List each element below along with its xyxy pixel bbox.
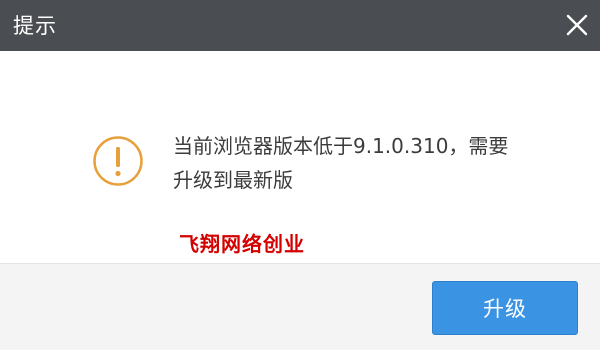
message-line-1: 当前浏览器版本低于9.1.0.310，需要 (173, 134, 509, 158)
upgrade-button[interactable]: 升级 (432, 281, 578, 335)
close-icon (566, 14, 588, 36)
update-prompt-dialog: 提示 当前浏览器版本低于9.1.0.310，需要 升级到最新版 飞翔网络创业 升… (0, 0, 600, 350)
dialog-message: 当前浏览器版本低于9.1.0.310，需要 升级到最新版 (173, 129, 553, 197)
dialog-title: 提示 (13, 14, 57, 38)
watermark-text: 飞翔网络创业 (179, 232, 305, 256)
warning-icon (92, 135, 144, 187)
message-line-2: 升级到最新版 (173, 168, 293, 192)
close-button[interactable] (563, 11, 591, 39)
dialog-footer: 升级 (0, 263, 600, 350)
dialog-titlebar: 提示 (0, 0, 600, 51)
dialog-body: 当前浏览器版本低于9.1.0.310，需要 升级到最新版 飞翔网络创业 (0, 51, 600, 263)
